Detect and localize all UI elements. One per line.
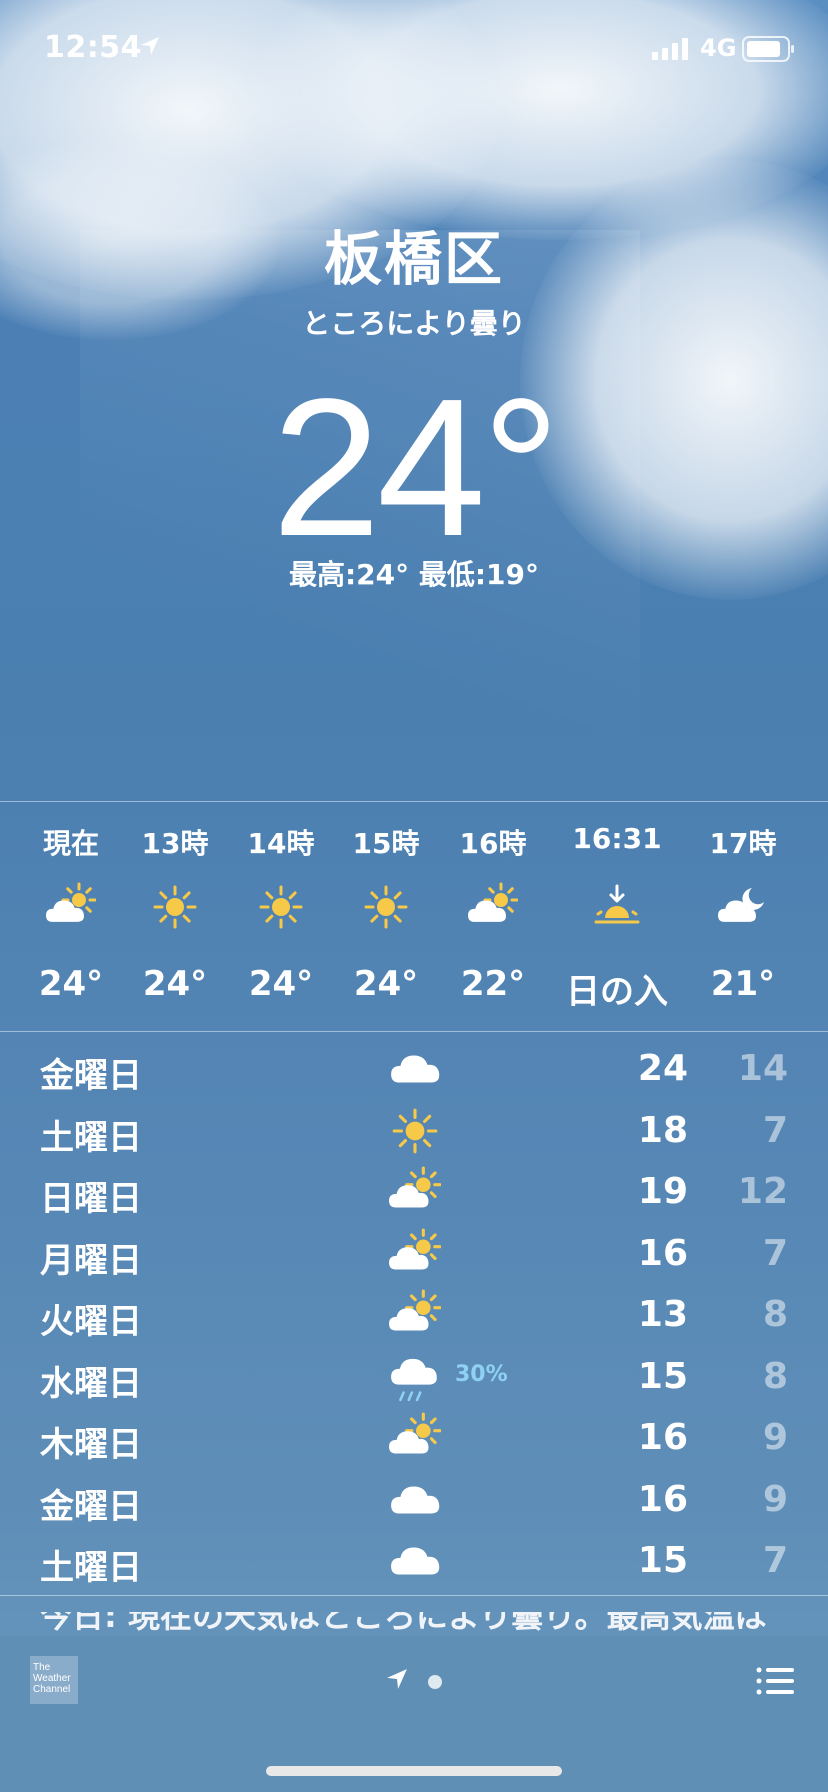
daily-day: 日曜日 — [40, 1179, 142, 1219]
hourly-time: 16:31 — [572, 822, 662, 855]
precipitation-chance: 30% — [455, 1361, 508, 1387]
partly-cloudy-day-icon — [389, 1166, 442, 1218]
partly-cloudy-day-icon — [389, 1289, 442, 1341]
high-low-temperature: 最高:24° 最低:19° — [288, 558, 540, 591]
hourly-time: 現在 — [42, 827, 99, 860]
page-dot[interactable] — [428, 1675, 442, 1689]
daily-low: 8 — [762, 1355, 788, 1397]
cloud-icon — [389, 1535, 441, 1587]
daily-row: 水曜日 30% 15 8 — [0, 1348, 828, 1409]
network-type: 4G — [700, 34, 737, 62]
weather-screen: 12:54 4G 板橋区 ところにより曇り 24° 最高:24° 最低:19° — [0, 0, 828, 1792]
partly-cloudy-day-icon — [389, 1412, 442, 1464]
daily-low: 14 — [737, 1048, 788, 1089]
daily-low: 7 — [762, 1540, 788, 1581]
daily-day: 木曜日 — [40, 1425, 142, 1465]
daily-low: 8 — [762, 1294, 788, 1335]
daily-row: 日曜日 19 12 — [0, 1163, 828, 1224]
daily-day: 金曜日 — [40, 1056, 142, 1096]
daily-row: 土曜日 18 7 — [0, 1102, 828, 1163]
hourly-forecast[interactable]: 現在 24° 13時 24° 14時 24° 15時 24° 16時 22° 16:31 日の入 17時… — [0, 802, 828, 1032]
daily-row: 月曜日 16 7 — [0, 1225, 828, 1286]
daily-low: 9 — [762, 1417, 788, 1458]
daily-row: 火曜日 13 8 — [0, 1286, 828, 1347]
hourly-time: 17時 — [709, 827, 777, 860]
divider — [0, 1595, 828, 1596]
sun-icon — [150, 882, 200, 932]
hourly-temperature: 日の入 — [566, 972, 668, 1012]
daily-high: 13 — [637, 1294, 688, 1335]
sun-icon — [389, 1105, 441, 1157]
sunset-icon — [592, 882, 642, 932]
partly-cloudy-day-icon — [468, 882, 519, 932]
daily-day: 火曜日 — [40, 1302, 142, 1342]
daily-day: 土曜日 — [40, 1548, 142, 1588]
daily-low: 9 — [762, 1478, 788, 1520]
bottom-toolbar: The Weather Channel — [0, 1636, 828, 1792]
home-indicator[interactable] — [266, 1766, 562, 1776]
daily-row: 木曜日 16 9 — [0, 1409, 828, 1470]
daily-low: 7 — [762, 1232, 788, 1274]
hourly-time: 14時 — [247, 827, 315, 860]
daily-high: 16 — [637, 1478, 688, 1520]
cloud-icon — [389, 1043, 441, 1095]
daily-day: 月曜日 — [40, 1240, 142, 1281]
rain-icon — [389, 1351, 441, 1403]
partly-cloudy-day-icon — [389, 1228, 442, 1280]
hourly-temperature: 24° — [142, 964, 208, 1004]
current-temperature: 24° — [271, 358, 560, 577]
sun-icon — [256, 882, 306, 932]
daily-day: 水曜日 — [40, 1363, 142, 1404]
daily-day: 金曜日 — [40, 1486, 142, 1527]
daily-high: 16 — [637, 1232, 688, 1274]
daily-high: 16 — [637, 1417, 688, 1458]
partly-cloudy-night-icon — [718, 882, 768, 932]
hourly-time: 16時 — [459, 827, 527, 860]
daily-low: 12 — [737, 1171, 788, 1212]
daily-high: 24 — [637, 1048, 688, 1089]
hourly-temperature: 21° — [710, 964, 776, 1004]
current-condition: ところにより曇り — [302, 307, 526, 340]
daily-day: 土曜日 — [40, 1117, 142, 1158]
daily-row: 土曜日 15 7 — [0, 1532, 828, 1593]
daily-low: 7 — [762, 1109, 788, 1151]
today-summary: 今日: 現在の天気はところにより曇り。最高気温は — [40, 1612, 767, 1632]
partly-cloudy-day-icon — [46, 882, 97, 932]
city-name: 板橋区 — [323, 225, 504, 293]
hourly-temperature: 24° — [38, 964, 104, 1004]
sun-icon — [361, 882, 411, 932]
hourly-temperature: 22° — [460, 964, 526, 1004]
daily-high: 15 — [637, 1355, 688, 1397]
weather-channel-logo[interactable]: The Weather Channel — [30, 1656, 78, 1704]
divider — [0, 1031, 828, 1032]
cellular-signal-icon — [652, 38, 692, 64]
current-location-page-icon[interactable] — [386, 1668, 408, 1694]
daily-high: 19 — [637, 1171, 688, 1212]
hourly-temperature: 24° — [248, 964, 314, 1004]
daily-row: 金曜日 16 9 — [0, 1471, 828, 1532]
daily-high: 18 — [637, 1109, 688, 1151]
status-bar: 12:54 4G — [0, 0, 828, 100]
status-time: 12:54 — [44, 30, 142, 65]
location-arrow-icon — [140, 36, 160, 60]
hourly-time: 13時 — [141, 827, 209, 860]
list-icon[interactable] — [756, 1666, 796, 1700]
battery-icon — [742, 36, 796, 66]
daily-high: 15 — [637, 1540, 688, 1581]
hourly-time: 15時 — [352, 827, 420, 860]
daily-row: 金曜日 24 14 — [0, 1040, 828, 1101]
cloud-icon — [389, 1474, 441, 1526]
hourly-temperature: 24° — [353, 964, 419, 1004]
location-header: 板橋区 ところにより曇り — [0, 230, 828, 342]
